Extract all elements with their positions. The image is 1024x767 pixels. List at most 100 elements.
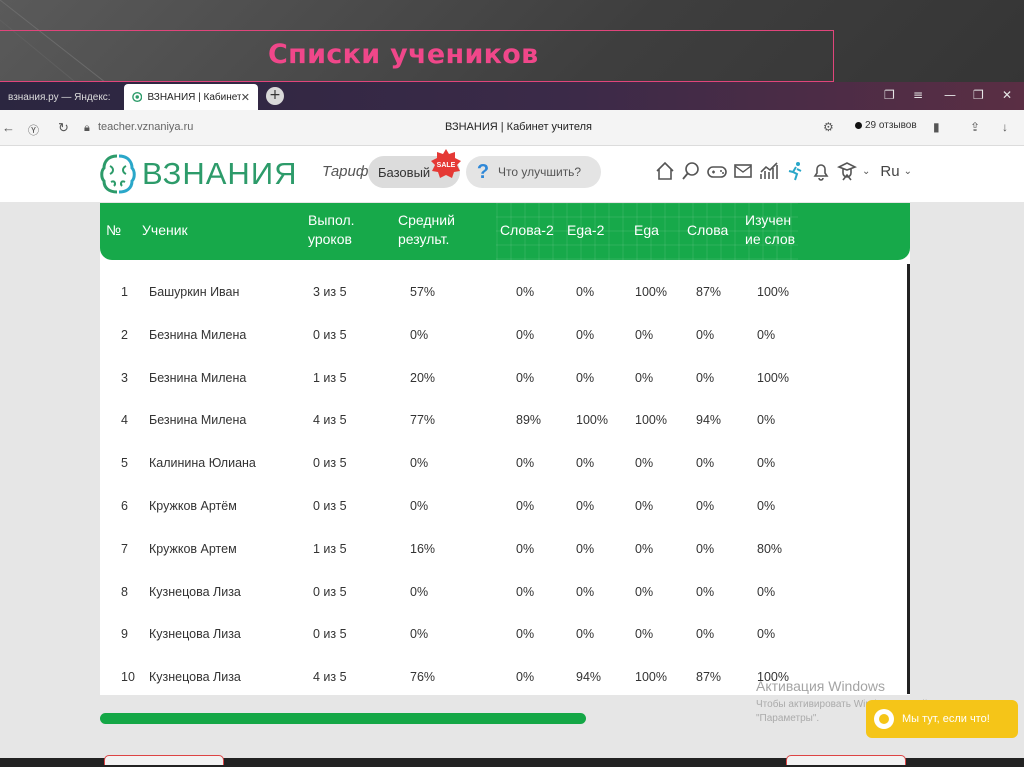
new-tab-button[interactable]: + [266, 87, 284, 105]
table-row[interactable]: 7 Кружков Артем 1 из 5 16% 0% 0% 0% 0% 80% [100, 529, 910, 572]
cell-ega-2: 94% [576, 670, 602, 685]
tab-label: взнания.ру — Яндекс: нач [8, 91, 112, 103]
minimize-icon[interactable]: — [944, 88, 956, 102]
tab-yandex[interactable]: взнания.ру — Яндекс: нач [0, 84, 120, 110]
cell-lessons: 0 из 5 [313, 584, 347, 599]
cell-lessons: 3 из 5 [313, 285, 347, 299]
runner-icon[interactable] [784, 160, 806, 182]
gamepad-icon[interactable] [706, 160, 728, 182]
col-student[interactable]: Ученик [142, 221, 188, 240]
cell-words: 0% [696, 541, 715, 556]
table-row[interactable]: 9 Кузнецова Лиза 0 из 5 0% 0% 0% 0% 0% 0% [100, 614, 910, 657]
col-word-study[interactable]: Изучен ие слов [745, 211, 801, 249]
maximize-icon[interactable]: ❐ [973, 88, 984, 102]
cell-lessons: 1 из 5 [313, 541, 347, 556]
menu-icon[interactable]: ≡ [913, 88, 923, 102]
tab-label: ВЗНАНИЯ | Кабинет уч [147, 91, 241, 103]
cell-average: 76% [410, 670, 436, 685]
home-icon[interactable] [654, 160, 676, 182]
yandex-icon[interactable]: Ⓨ [28, 122, 39, 138]
cell-number: 3 [121, 370, 128, 385]
cell-words: 0% [696, 584, 715, 599]
cell-word-study: 0% [757, 456, 776, 471]
download-icon[interactable]: ↓ [1002, 120, 1008, 134]
bookmarks-icon[interactable]: ❐ [884, 88, 895, 102]
cell-words: 0% [696, 456, 715, 471]
table-row[interactable]: 8 Кузнецова Лиза 0 из 5 0% 0% 0% 0% 0% 0% [100, 572, 910, 615]
horizontal-scrollbar[interactable] [100, 713, 586, 724]
cell-ega-2: 0% [576, 285, 595, 299]
reviews-dot-icon [855, 122, 862, 129]
close-tab-icon[interactable]: ✕ [241, 91, 250, 104]
vertical-scrollbar[interactable] [907, 264, 910, 694]
profile-icon[interactable] [836, 160, 858, 182]
sale-badge-text: SALE [437, 162, 456, 169]
tariff-label: Тариф [322, 163, 369, 180]
url-field[interactable]: teacher.vznaniya.ru [98, 121, 193, 133]
bell-icon[interactable] [810, 160, 832, 182]
chevron-down-icon[interactable]: ⌄ [904, 166, 912, 177]
cell-word-study: 0% [757, 413, 776, 428]
reload-icon[interactable]: ↻ [58, 120, 69, 136]
col-ega-2[interactable]: Ega-2 [567, 221, 604, 240]
cell-number: 2 [121, 327, 128, 342]
cell-words: 0% [696, 627, 715, 642]
language-select[interactable]: Ru [880, 163, 899, 180]
improve-label: Что улучшить? [498, 165, 582, 179]
tab-vznaniya[interactable]: ВЗНАНИЯ | Кабинет уч ✕ [124, 84, 258, 110]
col-lessons[interactable]: Выпол. уроков [308, 211, 368, 249]
extension-icon[interactable]: ⚙ [823, 120, 834, 134]
cell-word-study: 0% [757, 584, 776, 599]
table-row[interactable]: 6 Кружков Артём 0 из 5 0% 0% 0% 0% 0% 0% [100, 486, 910, 529]
table-row[interactable]: 3 Безнина Милена 1 из 5 20% 0% 0% 0% 0% 100% [100, 358, 910, 401]
cell-words: 0% [696, 499, 715, 513]
cell-average: 0% [410, 627, 429, 642]
browser-tab-bar: взнания.ру — Яндекс: нач ВЗНАНИЯ | Кабин… [0, 82, 1024, 110]
bookmark-icon[interactable]: ▮ [933, 120, 940, 134]
cell-number: 6 [121, 499, 128, 513]
col-words[interactable]: Слова [687, 221, 728, 240]
close-window-icon[interactable]: ✕ [1002, 88, 1012, 102]
col-average[interactable]: Средний результ. [398, 211, 478, 249]
improve-button[interactable]: ? Что улучшить? [466, 156, 601, 188]
cell-ega: 0% [635, 584, 654, 599]
share-icon[interactable]: ⇪ [970, 120, 980, 134]
chat-widget[interactable]: Мы тут, если что! [866, 700, 1018, 738]
bottom-button-left[interactable] [104, 755, 224, 765]
cell-words: 0% [696, 370, 715, 385]
cell-student: Кружков Артем [149, 541, 237, 556]
back-icon[interactable]: ← [2, 120, 15, 135]
cell-words: 87% [696, 670, 722, 685]
stats-icon[interactable] [758, 160, 780, 182]
cell-student: Кузнецова Лиза [149, 627, 241, 642]
reviews-label: 29 отзывов [865, 120, 917, 131]
cell-word-study: 0% [757, 499, 776, 513]
cell-average: 0% [410, 327, 429, 342]
cell-words-2: 0% [516, 285, 535, 299]
bottom-button-right[interactable] [786, 755, 906, 765]
col-ega[interactable]: Ega [634, 221, 659, 240]
question-icon: ? [476, 161, 490, 183]
mail-icon[interactable] [732, 160, 754, 182]
table-row[interactable]: 5 Калинина Юлиана 0 из 5 0% 0% 0% 0% 0% 0% [100, 443, 910, 486]
table-row[interactable]: 1 Башуркин Иван 3 из 5 57% 0% 0% 100% 87% 100% [100, 272, 910, 315]
cell-word-study: 0% [757, 327, 776, 342]
cell-student: Кузнецова Лиза [149, 584, 241, 599]
cell-number: 9 [121, 627, 128, 642]
search-icon[interactable] [680, 160, 702, 182]
table-row[interactable]: 2 Безнина Милена 0 из 5 0% 0% 0% 0% 0% 0% [100, 315, 910, 358]
cell-words-2: 0% [516, 370, 535, 385]
col-words-2[interactable]: Слова-2 [500, 221, 554, 240]
col-number[interactable]: № [106, 221, 121, 240]
table-row[interactable]: 4 Безнина Милена 4 из 5 77% 89% 100% 100% 94% 0% [100, 400, 910, 443]
cell-ega: 100% [635, 670, 667, 685]
cell-average: 57% [410, 285, 436, 299]
cell-ega: 0% [635, 499, 654, 513]
slide-title: Списки учеников [268, 39, 539, 70]
logo[interactable]: ВЗНАНИЯ [100, 152, 298, 196]
cell-number: 7 [121, 541, 128, 556]
reviews-badge[interactable]: 29 отзывов [855, 120, 917, 131]
chat-bubble-icon [874, 709, 894, 729]
chevron-down-icon[interactable]: ⌄ [862, 166, 870, 177]
cell-words-2: 0% [516, 327, 535, 342]
